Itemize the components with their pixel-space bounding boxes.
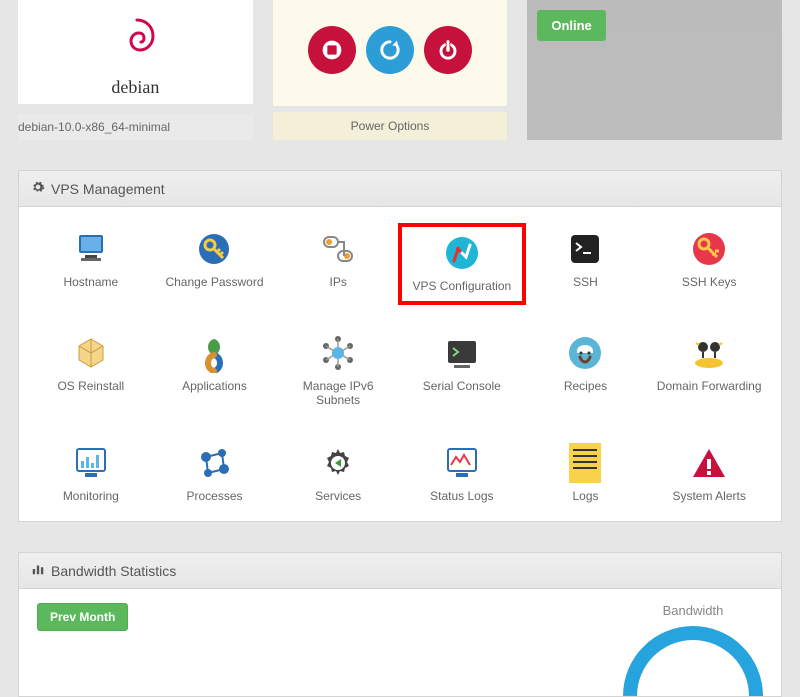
manage-ipv6-subnets-icon bbox=[318, 333, 358, 373]
tile-label: Manage IPv6 Subnets bbox=[280, 379, 396, 407]
ssh-keys-icon bbox=[689, 229, 729, 269]
tile-recipes[interactable]: Recipes bbox=[524, 329, 648, 413]
power-button[interactable] bbox=[424, 26, 472, 74]
os-name: debian bbox=[111, 77, 159, 98]
tile-label: Serial Console bbox=[423, 379, 501, 393]
gear-icon bbox=[31, 180, 45, 197]
tile-label: System Alerts bbox=[672, 489, 745, 503]
vps-configuration-icon bbox=[442, 233, 482, 273]
tile-label: SSH bbox=[573, 275, 598, 289]
management-grid: Hostname Change Password IPs VPS Configurat… bbox=[29, 225, 771, 509]
tile-serial-console[interactable]: Serial Console bbox=[400, 329, 524, 413]
tile-services[interactable]: Services bbox=[276, 439, 400, 509]
serial-console-icon bbox=[442, 333, 482, 373]
tile-os-reinstall[interactable]: OS Reinstall bbox=[29, 329, 153, 413]
tile-label: IPs bbox=[329, 275, 346, 289]
restart-button[interactable] bbox=[366, 26, 414, 74]
services-icon bbox=[318, 443, 358, 483]
tile-logs[interactable]: Logs bbox=[524, 439, 648, 509]
tile-label: Services bbox=[315, 489, 361, 503]
tile-label: VPS Configuration bbox=[412, 279, 511, 293]
monitoring-icon bbox=[71, 443, 111, 483]
hostname-icon bbox=[71, 229, 111, 269]
tile-label: Monitoring bbox=[63, 489, 119, 503]
tile-ssh[interactable]: SSH bbox=[524, 225, 648, 303]
logs-icon bbox=[565, 443, 605, 483]
os-reinstall-icon bbox=[71, 333, 111, 373]
tile-label: Processes bbox=[186, 489, 242, 503]
domain-forwarding-icon bbox=[689, 333, 729, 373]
os-card: debian debian-10.0-x86_64-minimal bbox=[18, 0, 253, 140]
debian-logo-icon bbox=[107, 14, 163, 73]
status-badge: Online bbox=[537, 10, 605, 41]
recipes-icon bbox=[565, 333, 605, 373]
change-password-icon bbox=[194, 229, 234, 269]
bandwidth-gauge-label: Bandwidth bbox=[623, 603, 763, 618]
panel-title: VPS Management bbox=[51, 181, 165, 197]
os-version-label: debian-10.0-x86_64-minimal bbox=[18, 114, 253, 140]
ssh-icon bbox=[565, 229, 605, 269]
tile-change-password[interactable]: Change Password bbox=[153, 225, 277, 303]
applications-icon bbox=[194, 333, 234, 373]
tile-label: Applications bbox=[182, 379, 247, 393]
tile-applications[interactable]: Applications bbox=[153, 329, 277, 413]
power-options-label: Power Options bbox=[273, 112, 508, 140]
ips-icon bbox=[318, 229, 358, 269]
bar-chart-icon bbox=[31, 562, 45, 579]
tile-ssh-keys[interactable]: SSH Keys bbox=[647, 225, 771, 303]
prev-month-button[interactable]: Prev Month bbox=[37, 603, 128, 631]
tile-vps-configuration[interactable]: VPS Configuration bbox=[400, 225, 524, 303]
stop-button[interactable] bbox=[308, 26, 356, 74]
tile-label: Logs bbox=[572, 489, 598, 503]
tile-label: Status Logs bbox=[430, 489, 493, 503]
status-card: Online bbox=[527, 0, 782, 140]
tile-hostname[interactable]: Hostname bbox=[29, 225, 153, 303]
tile-label: Domain Forwarding bbox=[657, 379, 762, 393]
tile-monitoring[interactable]: Monitoring bbox=[29, 439, 153, 509]
tile-status-logs[interactable]: Status Logs bbox=[400, 439, 524, 509]
tile-manage-ipv6-subnets[interactable]: Manage IPv6 Subnets bbox=[276, 329, 400, 413]
bandwidth-panel: Bandwidth Statistics Prev Month Bandwidt… bbox=[18, 552, 782, 697]
system-alerts-icon bbox=[689, 443, 729, 483]
tile-ips[interactable]: IPs bbox=[276, 225, 400, 303]
bandwidth-gauge bbox=[623, 626, 763, 696]
tile-processes[interactable]: Processes bbox=[153, 439, 277, 509]
tile-domain-forwarding[interactable]: Domain Forwarding bbox=[647, 329, 771, 413]
bandwidth-header: Bandwidth Statistics bbox=[19, 553, 781, 589]
tile-label: Recipes bbox=[564, 379, 607, 393]
status-logs-icon bbox=[442, 443, 482, 483]
panel-title: Bandwidth Statistics bbox=[51, 563, 176, 579]
vps-management-header: VPS Management bbox=[19, 171, 781, 207]
tile-label: OS Reinstall bbox=[57, 379, 124, 393]
tile-label: SSH Keys bbox=[682, 275, 737, 289]
tile-label: Hostname bbox=[63, 275, 118, 289]
vps-management-panel: VPS Management Hostname Change Password IP… bbox=[18, 170, 782, 522]
power-options-card: Power Options bbox=[273, 0, 508, 140]
tile-system-alerts[interactable]: System Alerts bbox=[647, 439, 771, 509]
top-summary-row: debian debian-10.0-x86_64-minimal bbox=[18, 0, 782, 140]
processes-icon bbox=[194, 443, 234, 483]
tile-label: Change Password bbox=[165, 275, 263, 289]
